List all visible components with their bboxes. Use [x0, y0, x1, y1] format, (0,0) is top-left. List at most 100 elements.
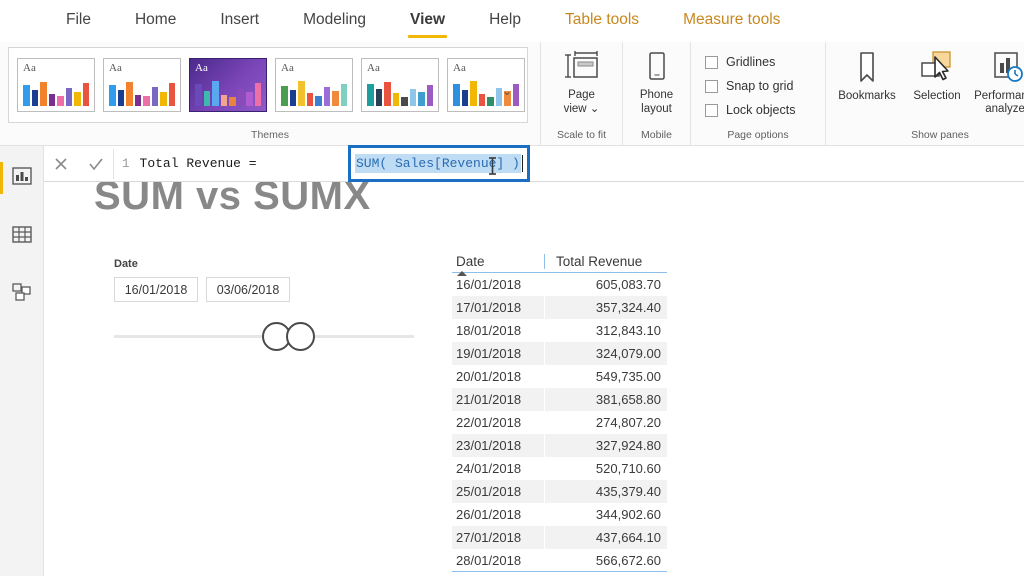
formula-selection-highlight-box[interactable]: SUM( Sales[Revenue] ) — [348, 144, 531, 182]
tab-home[interactable]: Home — [113, 9, 198, 31]
table-row[interactable]: 23/01/2018 327,924.80 — [452, 434, 667, 457]
cell-date: 18/01/2018 — [456, 323, 522, 338]
theme-thumbnail-5[interactable]: Aa — [361, 58, 439, 112]
column-header-total-revenue[interactable]: Total Revenue — [544, 254, 667, 269]
tab-help-label: Help — [489, 11, 521, 28]
formula-input[interactable]: 1 Total Revenue = SUM( Sales[Revenue] ) — [114, 144, 1024, 182]
cell-total-revenue: 357,324.40 — [595, 300, 661, 315]
tab-view[interactable]: View — [388, 9, 467, 38]
table-row[interactable]: 25/01/2018 435,379.40 — [452, 480, 667, 503]
cell-total-revenue: 327,924.80 — [595, 438, 661, 453]
report-canvas[interactable]: SUM vs SUMX Date 16/01/2018 03/06/2018 D… — [44, 182, 1024, 576]
table-row[interactable]: 26/01/2018 344,902.60 — [452, 503, 667, 526]
theme-gallery[interactable]: Aa Aa Aa Aa Aa Aa ⌄ — [8, 47, 528, 123]
slider-handle-end[interactable] — [286, 322, 315, 351]
cell-total-revenue: 312,843.10 — [595, 323, 661, 338]
page-title: SUM vs SUMX — [94, 182, 371, 218]
page-view-button[interactable]: Page view ⌄ — [551, 48, 613, 116]
view-switcher-rail — [0, 146, 44, 576]
phone-layout-button[interactable]: Phone layout — [626, 48, 688, 116]
row-divider — [544, 273, 545, 296]
cell-date: 19/01/2018 — [456, 346, 522, 361]
tab-file[interactable]: File — [44, 9, 113, 31]
dax-formula-bar[interactable]: 1 Total Revenue = SUM( Sales[Revenue] ) — [44, 144, 1024, 182]
table-visual[interactable]: Date Total Revenue 16/01/2018 605,083.70… — [452, 254, 667, 572]
row-divider — [544, 526, 545, 549]
tab-measure-tools[interactable]: Measure tools — [661, 9, 802, 31]
table-row[interactable]: 20/01/2018 549,735.00 — [452, 365, 667, 388]
selection-label: Selection — [913, 90, 961, 102]
table-row[interactable]: 17/01/2018 357,324.40 — [452, 296, 667, 319]
cell-total-revenue: 520,710.60 — [595, 461, 661, 476]
table-row[interactable]: 24/01/2018 520,710.60 — [452, 457, 667, 480]
checkbox-lock-objects[interactable]: Lock objects — [705, 98, 795, 122]
tab-insert[interactable]: Insert — [198, 9, 281, 31]
theme-bars — [195, 76, 261, 106]
chevron-down-icon[interactable]: ⌄ — [499, 84, 515, 100]
sidebar-item-model-view[interactable] — [0, 272, 44, 316]
formula-line-number: 1 — [122, 156, 130, 171]
tab-help[interactable]: Help — [467, 9, 543, 31]
theme-aa-label: Aa — [109, 62, 122, 74]
selection-pane-icon — [902, 46, 972, 90]
page-view-icon — [551, 48, 613, 88]
text-ibeam-cursor — [487, 155, 498, 177]
close-icon[interactable] — [50, 153, 72, 175]
table-row[interactable]: 22/01/2018 274,807.20 — [452, 411, 667, 434]
theme-aa-label: Aa — [367, 62, 380, 74]
ribbon-tab-bar: File Home Insert Modeling View Help Tabl… — [0, 0, 1024, 42]
performance-analyzer-button[interactable]: Performance analyzer — [972, 46, 1024, 116]
ribbon-group-mobile: Phone layout Mobile — [622, 42, 690, 145]
bar-chart-icon — [11, 165, 33, 192]
table-row[interactable]: 16/01/2018 605,083.70 — [452, 273, 667, 296]
ribbon-group-label-mobile: Mobile — [641, 129, 672, 141]
checkbox-lock-objects-label: Lock objects — [726, 103, 796, 117]
selection-button[interactable]: Selection — [902, 46, 972, 116]
tab-home-label: Home — [134, 11, 177, 28]
formula-expression-prefix: Total Revenue = — [139, 156, 265, 171]
active-indicator — [0, 162, 3, 194]
date-slicer[interactable]: Date 16/01/2018 03/06/2018 — [114, 258, 414, 352]
phone-layout-label: Phone layout — [639, 89, 674, 115]
column-header-date[interactable]: Date — [452, 254, 544, 276]
table-header-row: Date Total Revenue — [452, 254, 667, 276]
theme-thumbnail-4[interactable]: Aa — [275, 58, 353, 112]
cell-total-revenue: 549,735.00 — [595, 369, 661, 384]
tab-view-label: View — [410, 11, 446, 28]
cell-date: 22/01/2018 — [456, 415, 522, 430]
header-divider — [544, 254, 546, 269]
column-header-total-revenue-label: Total Revenue — [556, 254, 643, 269]
table-row[interactable]: 19/01/2018 324,079.00 — [452, 342, 667, 365]
cell-total-revenue: 435,379.40 — [595, 484, 661, 499]
theme-thumbnail-2[interactable]: Aa — [103, 58, 181, 112]
page-view-label: Page view ⌄ — [563, 89, 600, 115]
table-row[interactable]: 28/01/2018 566,672.60 — [452, 549, 667, 572]
slicer-range-slider[interactable] — [114, 322, 414, 352]
table-row[interactable]: 21/01/2018 381,658.80 — [452, 388, 667, 411]
theme-bars — [109, 76, 175, 106]
tab-table-tools[interactable]: Table tools — [543, 9, 661, 31]
slicer-start-date-input[interactable]: 16/01/2018 — [114, 277, 198, 302]
ribbon-group-show-panes: Bookmarks Selection Performa analyze Sho… — [825, 42, 1024, 145]
checkbox-snap-to-grid[interactable]: Snap to grid — [705, 74, 795, 98]
bookmarks-button[interactable]: Bookmarks — [832, 46, 902, 116]
row-divider — [544, 457, 545, 480]
table-row[interactable]: 18/01/2018 312,843.10 — [452, 319, 667, 342]
slicer-title: Date — [114, 258, 138, 270]
theme-thumbnail-3-selected[interactable]: Aa — [189, 58, 267, 112]
ribbon-group-label-scale-to-fit: Scale to fit — [556, 129, 607, 141]
check-icon[interactable] — [85, 153, 107, 175]
checkbox-box — [705, 103, 718, 117]
tab-modeling[interactable]: Modeling — [281, 9, 388, 31]
sidebar-item-report-view[interactable] — [0, 156, 44, 200]
row-divider — [544, 365, 545, 388]
theme-aa-label: Aa — [23, 62, 36, 74]
table-row[interactable]: 27/01/2018 437,664.10 — [452, 526, 667, 549]
slicer-end-date-input[interactable]: 03/06/2018 — [206, 277, 290, 302]
performance-analyzer-icon — [972, 46, 1024, 90]
tab-insert-label: Insert — [220, 11, 260, 28]
theme-thumbnail-1[interactable]: Aa — [17, 58, 95, 112]
checkbox-gridlines[interactable]: Gridlines — [705, 50, 795, 74]
sidebar-item-data-view[interactable] — [0, 214, 44, 258]
cell-date: 23/01/2018 — [456, 438, 522, 453]
